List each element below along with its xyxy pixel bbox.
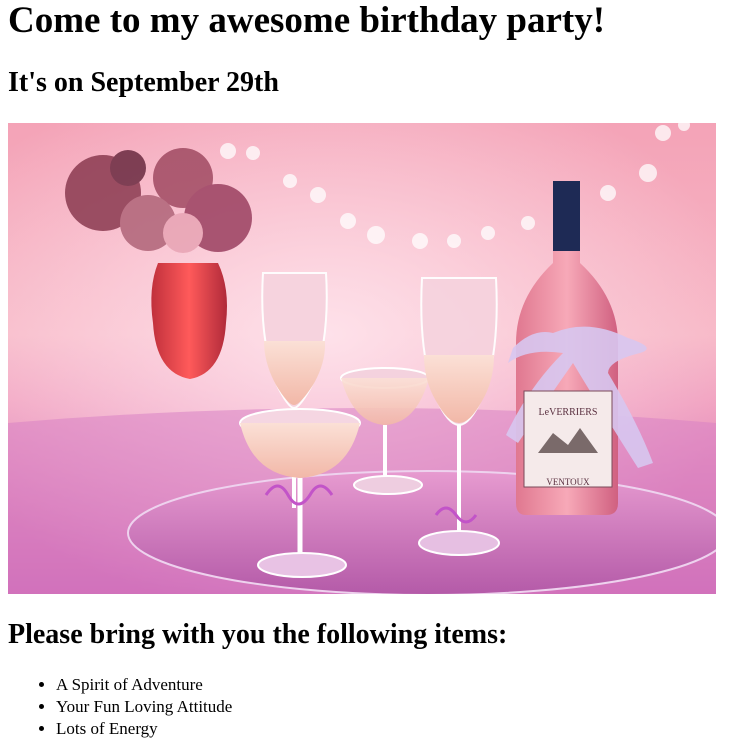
party-date: It's on September 29th [8, 67, 279, 98]
page-title: Come to my awesome birthday party! [8, 0, 606, 41]
list-item: A Spirit of Adventure [56, 674, 232, 696]
items-heading: Please bring with you the following item… [8, 619, 508, 650]
bottle-label-brand: LeVERRIERS [539, 407, 598, 418]
party-photo: LeVERRIERS VENTOUX [8, 123, 716, 594]
list-item: Your Fun Loving Attitude [56, 696, 232, 718]
bottle-label-region: VENTOUX [546, 477, 590, 487]
items-list: A Spirit of Adventure Your Fun Loving At… [16, 674, 232, 740]
list-item: Lots of Energy [56, 718, 232, 740]
